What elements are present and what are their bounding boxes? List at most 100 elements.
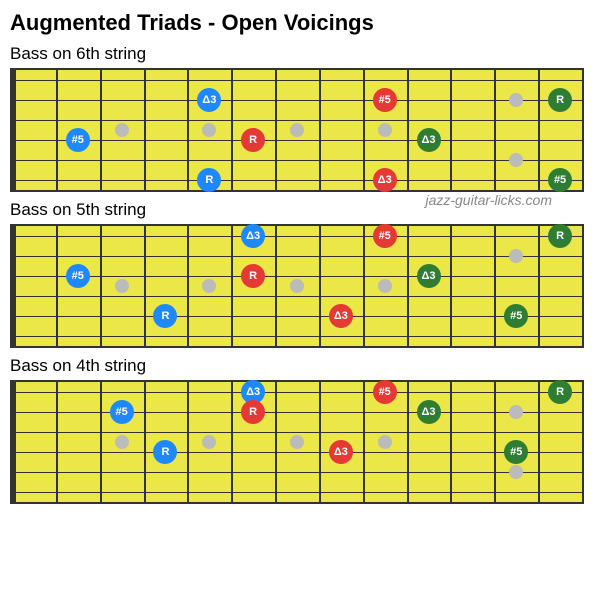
fret-marker [509,93,523,107]
string-line [12,276,582,277]
note-dot: R [241,128,265,152]
fret-line [494,382,496,502]
fret-line [100,70,102,190]
note-dot: #5 [548,168,572,192]
fret-line [319,226,321,346]
fret-line [363,70,365,190]
note-dot: Δ3 [241,224,265,248]
note-dot: R [241,400,265,424]
fret-line [494,70,496,190]
string-line [12,140,582,141]
note-dot: #5 [373,224,397,248]
fret-line [582,70,584,190]
fret-line [582,382,584,502]
string-line [12,236,582,237]
string-line [12,316,582,317]
fret-line [494,226,496,346]
fret-line [450,226,452,346]
fret-line [231,70,233,190]
page-title: Augmented Triads - Open Voicings [10,10,584,36]
string-line [12,80,582,81]
fret-marker [115,123,129,137]
fret-line [275,70,277,190]
fret-line [363,382,365,502]
string-line [12,452,582,453]
fret-marker [202,279,216,293]
fret-line [538,382,540,502]
note-dot: #5 [66,264,90,288]
fret-marker [509,405,523,419]
note-dot: R [548,224,572,248]
nut [12,70,16,190]
fret-marker [202,435,216,449]
note-dot: #5 [373,380,397,404]
fret-line [538,226,540,346]
fret-marker [115,435,129,449]
note-dot: #5 [504,304,528,328]
string-line [12,336,582,337]
note-dot: #5 [373,88,397,112]
fret-line [319,70,321,190]
string-line [12,472,582,473]
diagram-subtitle: Bass on 4th string [10,356,584,376]
note-dot: #5 [66,128,90,152]
fretboard-diagram: #5RΔ3RΔ3#5Δ3#5R [10,380,584,504]
fret-marker [115,279,129,293]
note-dot: R [153,440,177,464]
fret-line [100,226,102,346]
fret-marker [509,153,523,167]
fret-line [582,226,584,346]
note-dot: Δ3 [329,304,353,328]
string-line [12,180,582,181]
fret-line [450,70,452,190]
fret-line [56,70,58,190]
diagram-subtitle: Bass on 6th string [10,44,584,64]
fret-line [56,382,58,502]
fret-marker [509,465,523,479]
string-line [12,120,582,121]
fret-line [538,70,540,190]
note-dot: Δ3 [373,168,397,192]
string-line [12,412,582,413]
string-line [12,432,582,433]
string-line [12,256,582,257]
note-dot: #5 [504,440,528,464]
note-dot: R [548,88,572,112]
note-dot: Δ3 [197,88,221,112]
fret-line [319,382,321,502]
fret-line [187,70,189,190]
fret-line [187,226,189,346]
string-line [12,100,582,101]
note-dot: Δ3 [329,440,353,464]
fretboard-diagram: #5RΔ3RΔ3#5Δ3#5R [10,224,584,348]
string-line [12,160,582,161]
fret-marker [378,123,392,137]
fret-marker [378,435,392,449]
note-dot: Δ3 [417,400,441,424]
note-dot: Δ3 [417,264,441,288]
fret-line [144,226,146,346]
fret-marker [290,435,304,449]
string-line [12,392,582,393]
fret-line [407,226,409,346]
fret-line [275,382,277,502]
string-line [12,492,582,493]
fret-marker [378,279,392,293]
string-line [12,296,582,297]
fret-line [407,70,409,190]
fretboard-diagram: #5Δ3RR#5Δ3Δ3R#5jazz-guitar-licks.com [10,68,584,192]
fret-marker [290,279,304,293]
fret-marker [509,249,523,263]
fret-line [231,382,233,502]
fret-line [187,382,189,502]
fret-line [100,382,102,502]
note-dot: R [548,380,572,404]
watermark: jazz-guitar-licks.com [425,192,552,208]
fret-line [144,70,146,190]
fret-marker [290,123,304,137]
note-dot: R [241,264,265,288]
fret-line [450,382,452,502]
nut [12,382,16,502]
note-dot: #5 [110,400,134,424]
fret-line [363,226,365,346]
